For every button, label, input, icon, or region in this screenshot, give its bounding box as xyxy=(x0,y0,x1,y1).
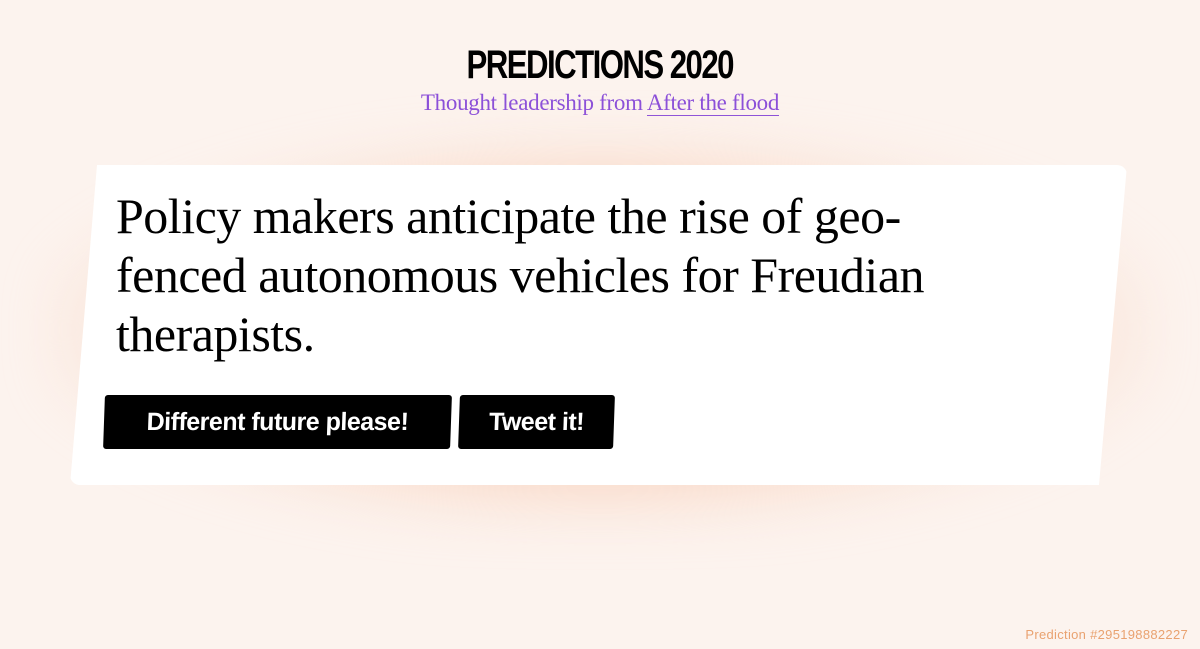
prediction-id: Prediction #295198882227 xyxy=(1025,627,1188,642)
page-subtitle: Thought leadership from After the flood xyxy=(0,88,1200,118)
subtitle-text: Thought leadership from xyxy=(420,90,647,115)
tweet-it-button[interactable]: Tweet it! xyxy=(458,395,615,449)
page-title: PREDICTIONS 2020 xyxy=(466,43,735,87)
prediction-text: Policy makers anticipate the rise of geo… xyxy=(116,188,925,362)
page-header: PREDICTIONS 2020 Thought leadership from… xyxy=(0,40,1200,118)
after-the-flood-link[interactable]: After the flood xyxy=(646,90,779,116)
prediction-card-content: Policy makers anticipate the rise of geo… xyxy=(70,165,1127,485)
different-future-button[interactable]: Different future please! xyxy=(103,395,452,449)
